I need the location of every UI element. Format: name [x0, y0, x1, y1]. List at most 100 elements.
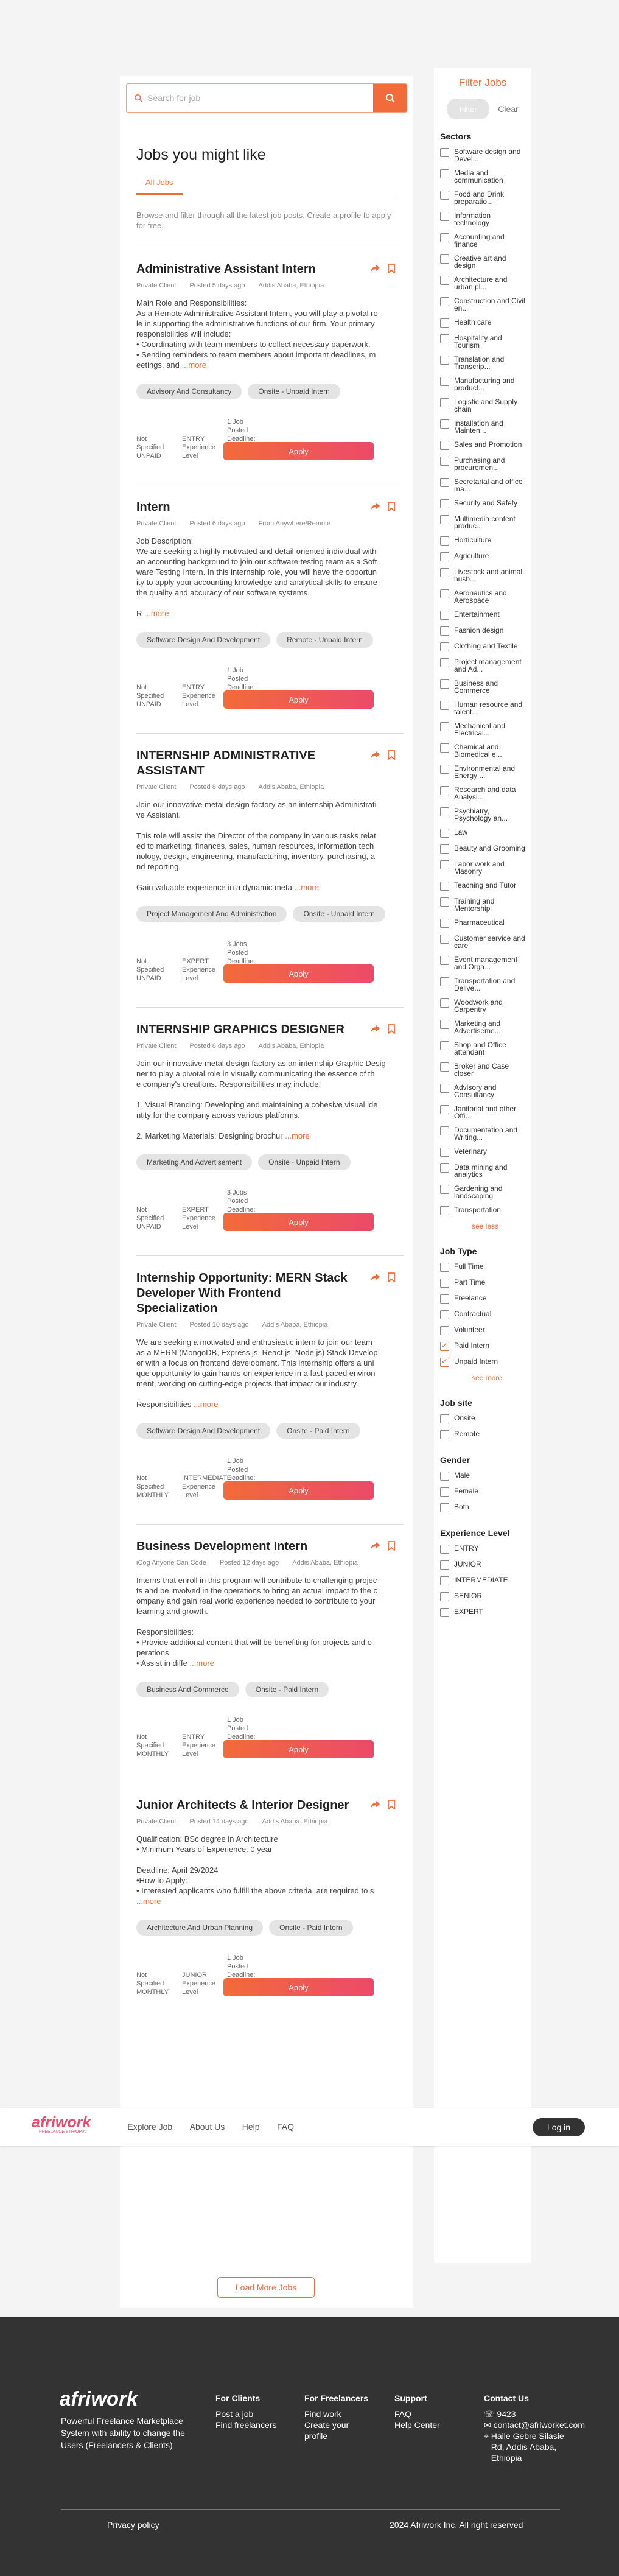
see-less-link[interactable]: see less	[472, 1222, 525, 1230]
checkbox[interactable]	[440, 297, 449, 306]
job-card[interactable]: INTERNSHIP GRAPHICS DESIGNER Private Cli…	[136, 1007, 404, 1255]
logo[interactable]: afriwork FREELANCE ETHIOPIA	[32, 2114, 91, 2136]
bookmark-icon[interactable]	[387, 502, 396, 511]
checkbox[interactable]	[440, 701, 449, 710]
load-more-button[interactable]: Load More Jobs	[217, 2277, 315, 2298]
checkbox[interactable]	[440, 679, 449, 689]
job-card[interactable]: Intern Private Client Posted 6 days ago …	[136, 485, 404, 733]
bookmark-icon[interactable]	[387, 1800, 396, 1809]
more-link[interactable]: ...more	[285, 1131, 309, 1140]
job-title[interactable]: Business Development Intern	[136, 1539, 355, 1554]
footer-faq-link[interactable]: FAQ	[394, 2409, 440, 2420]
checkbox[interactable]	[440, 1326, 449, 1335]
checkbox[interactable]	[440, 611, 449, 620]
checkbox[interactable]	[440, 1608, 449, 1617]
checkbox[interactable]	[440, 499, 449, 508]
job-title[interactable]: INTERNSHIP GRAPHICS DESIGNER	[136, 1022, 355, 1037]
checkbox[interactable]	[440, 1545, 449, 1554]
checkbox[interactable]	[440, 419, 449, 429]
footer-logo[interactable]: afriwork	[60, 2387, 138, 2410]
checkbox[interactable]	[440, 1576, 449, 1585]
checkbox[interactable]	[440, 786, 449, 795]
apply-button[interactable]: Apply	[223, 1213, 374, 1231]
checkbox[interactable]	[440, 860, 449, 869]
share-icon[interactable]	[370, 502, 381, 511]
job-title[interactable]: Intern	[136, 500, 355, 515]
checkbox[interactable]	[440, 276, 449, 285]
share-icon[interactable]	[370, 264, 381, 273]
job-card[interactable]: Administrative Assistant Intern Private …	[136, 247, 404, 485]
checkbox[interactable]	[440, 1126, 449, 1135]
checkbox[interactable]	[440, 935, 449, 944]
footer-find-freelancers-link[interactable]: Find freelancers	[215, 2420, 276, 2430]
job-title[interactable]: Administrative Assistant Intern	[136, 262, 355, 277]
checkbox[interactable]	[440, 626, 449, 636]
job-title[interactable]: Internship Opportunity: MERN Stack Devel…	[136, 1271, 355, 1316]
checkbox[interactable]	[440, 441, 449, 450]
nav-about-us[interactable]: About Us	[190, 2122, 225, 2132]
more-link[interactable]: ...more	[181, 360, 206, 370]
checkbox[interactable]	[440, 552, 449, 561]
search-button[interactable]	[373, 84, 407, 112]
bookmark-icon[interactable]	[387, 264, 396, 273]
checkbox[interactable]	[440, 1358, 449, 1367]
checkbox[interactable]	[440, 1263, 449, 1272]
nav-explore-job[interactable]: Explore Job	[127, 2122, 172, 2132]
bookmark-icon[interactable]	[387, 1541, 396, 1551]
checkbox[interactable]	[440, 807, 449, 816]
checkbox[interactable]	[440, 318, 449, 328]
checkbox[interactable]	[440, 169, 449, 178]
checkbox[interactable]	[440, 998, 449, 1008]
checkbox[interactable]	[440, 515, 449, 524]
checkbox[interactable]	[440, 1414, 449, 1423]
checkbox[interactable]	[440, 765, 449, 774]
checkbox[interactable]	[440, 536, 449, 546]
nav-help[interactable]: Help	[242, 2122, 260, 2132]
checkbox[interactable]	[440, 1592, 449, 1601]
job-card[interactable]: Junior Architects & Interior Designer Pr…	[136, 1783, 404, 2021]
share-icon[interactable]	[370, 750, 381, 760]
more-link[interactable]: ...more	[144, 609, 169, 618]
footer-email[interactable]: ✉ contact@afriworket.com	[484, 2420, 600, 2430]
job-card[interactable]: Business Development Intern iCog Anyone …	[136, 1524, 404, 1783]
checkbox[interactable]	[440, 977, 449, 986]
more-link[interactable]: ...more	[294, 883, 318, 892]
job-card[interactable]: INTERNSHIP ADMINISTRATIVE ASSISTANT Priv…	[136, 733, 404, 1007]
apply-button[interactable]: Apply	[223, 964, 374, 983]
checkbox[interactable]	[440, 1148, 449, 1157]
apply-button[interactable]: Apply	[223, 1481, 374, 1500]
checkbox[interactable]	[440, 1062, 449, 1072]
checkbox[interactable]	[440, 919, 449, 928]
filter-button[interactable]: Filter	[447, 99, 490, 119]
see-more-link[interactable]: see more	[472, 1374, 525, 1382]
apply-button[interactable]: Apply	[223, 1740, 374, 1758]
bookmark-icon[interactable]	[387, 1272, 396, 1282]
checkbox[interactable]	[440, 1560, 449, 1570]
apply-button[interactable]: Apply	[223, 690, 374, 709]
checkbox[interactable]	[440, 1430, 449, 1439]
checkbox[interactable]	[440, 844, 449, 854]
checkbox[interactable]	[440, 1185, 449, 1194]
bookmark-icon[interactable]	[387, 1024, 396, 1034]
checkbox[interactable]	[440, 882, 449, 891]
more-link[interactable]: ...more	[194, 1400, 218, 1409]
share-icon[interactable]	[370, 1800, 381, 1809]
checkbox[interactable]	[440, 722, 449, 731]
more-link[interactable]: ...more	[136, 1897, 161, 1906]
checkbox[interactable]	[440, 568, 449, 577]
checkbox[interactable]	[440, 1279, 449, 1288]
checkbox[interactable]	[440, 642, 449, 651]
job-title[interactable]: INTERNSHIP ADMINISTRATIVE ASSISTANT	[136, 748, 355, 779]
checkbox[interactable]	[440, 897, 449, 907]
job-card[interactable]: Internship Opportunity: MERN Stack Devel…	[136, 1255, 404, 1524]
checkbox[interactable]	[440, 743, 449, 753]
share-icon[interactable]	[370, 1541, 381, 1551]
checkbox[interactable]	[440, 1310, 449, 1319]
search-input[interactable]: Search for job	[127, 84, 373, 112]
checkbox[interactable]	[440, 1041, 449, 1050]
checkbox[interactable]	[440, 1342, 449, 1351]
checkbox[interactable]	[440, 829, 449, 838]
checkbox[interactable]	[440, 1503, 449, 1512]
checkbox[interactable]	[440, 356, 449, 365]
share-icon[interactable]	[370, 1024, 381, 1034]
